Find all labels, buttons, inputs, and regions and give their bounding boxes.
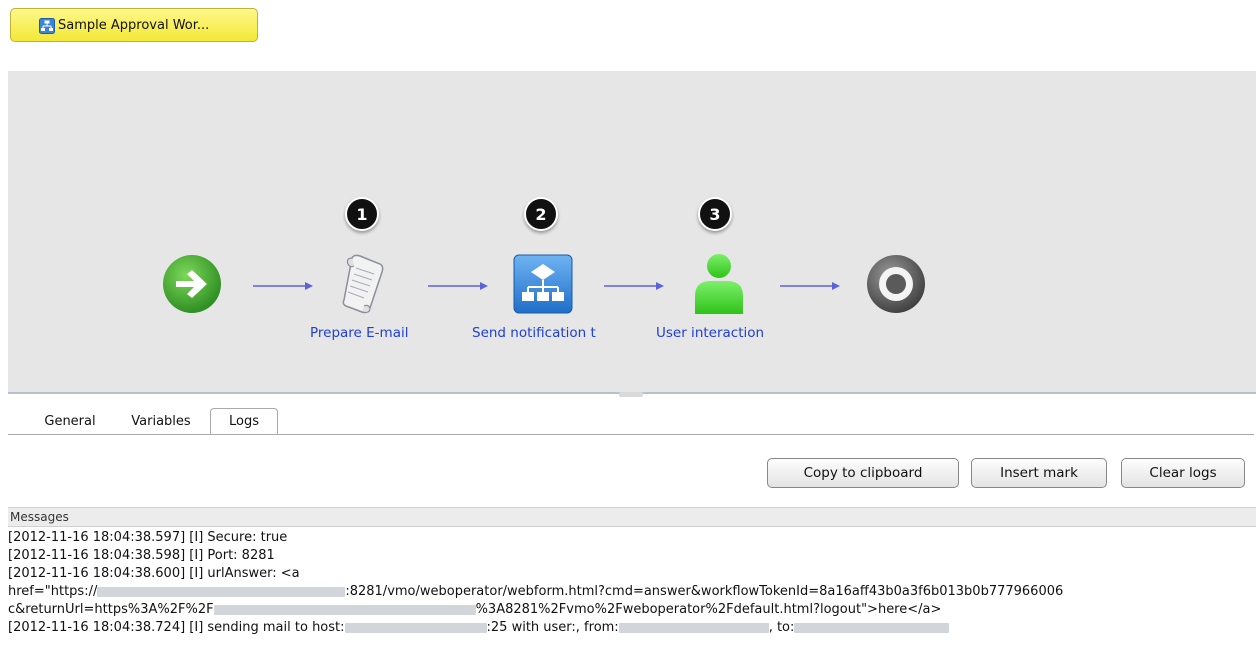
start-node-icon[interactable] (162, 254, 222, 314)
redacted-text (97, 586, 346, 597)
log-line: c&returnUrl=https%3A%2F%2F %3A8281%2Fvmo%… (8, 602, 942, 617)
log-line: [2012-11-16 18:04:38.597] [I] Secure: tr… (8, 530, 288, 545)
log-line: [2012-11-16 18:04:38.600] [I] urlAnswer:… (8, 566, 300, 581)
splitter-handle[interactable] (619, 392, 643, 397)
node-label-send-notification[interactable]: Send notification t (472, 325, 596, 341)
clear-logs-button[interactable]: Clear logs (1121, 458, 1245, 488)
step-badge-1: 1 (345, 197, 379, 231)
step-badge-2: 2 (524, 197, 558, 231)
tabs-divider (8, 434, 1254, 435)
user-icon[interactable] (693, 252, 745, 316)
tab-general[interactable]: General (30, 408, 110, 434)
flow-arrow-1 (253, 282, 313, 290)
node-label-user-interaction[interactable]: User interaction (656, 325, 764, 341)
log-line: [2012-11-16 18:04:38.598] [I] Port: 8281 (8, 548, 275, 563)
messages-header: Messages (8, 507, 1256, 527)
end-node-icon[interactable] (866, 254, 926, 314)
redacted-text (213, 604, 476, 615)
flow-arrow-4 (780, 282, 840, 290)
flow-arrow-2 (428, 282, 488, 290)
redacted-text (794, 622, 950, 633)
log-line: [2012-11-16 18:04:38.724] [I] sending ma… (8, 620, 950, 635)
insert-mark-button[interactable]: Insert mark (971, 458, 1107, 488)
tab-variables[interactable]: Variables (117, 408, 205, 434)
workflow-tab-label: Sample Approval Wor... (58, 17, 210, 33)
log-line: href="https://:8281/vmo/weboperator/webf… (8, 584, 1064, 599)
node-label-prepare-email[interactable]: Prepare E-mail (310, 325, 408, 341)
copy-to-clipboard-button[interactable]: Copy to clipboard (767, 458, 959, 488)
workflow-icon (39, 18, 55, 34)
flow-arrow-3 (604, 282, 664, 290)
workflow-element-icon[interactable] (513, 254, 573, 314)
redacted-text (344, 622, 487, 633)
redacted-text (618, 622, 769, 633)
workflow-canvas[interactable] (8, 71, 1256, 392)
scroll-icon[interactable] (340, 252, 390, 316)
step-badge-3: 3 (698, 197, 732, 231)
workflow-tab-button[interactable]: Sample Approval Wor... (10, 8, 258, 42)
tab-logs[interactable]: Logs (210, 408, 278, 435)
